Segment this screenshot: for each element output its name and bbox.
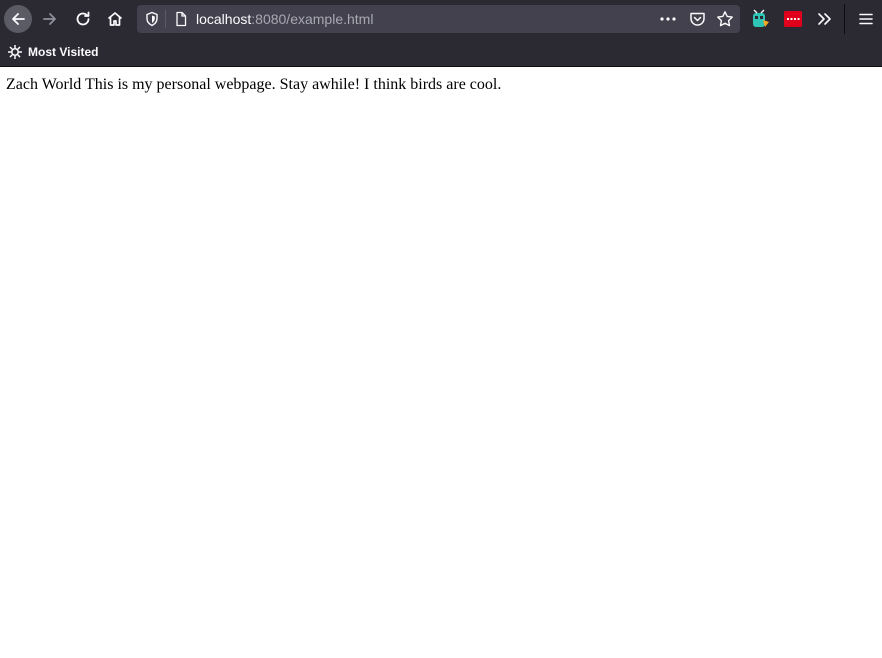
extension-button-1[interactable] (750, 8, 772, 30)
extension-icon (784, 11, 802, 27)
site-info-button[interactable] (171, 9, 191, 29)
extension-button-2[interactable] (783, 9, 803, 29)
bookmark-most-visited[interactable]: Most Visited (8, 43, 98, 61)
tracking-protection-button[interactable] (142, 9, 162, 29)
app-menu-button[interactable] (855, 8, 877, 30)
pocket-button[interactable] (686, 9, 708, 29)
url-bar[interactable]: localhost:8080/example.html (137, 5, 740, 33)
pocket-icon (689, 12, 705, 26)
home-icon (107, 12, 123, 26)
url-text[interactable]: localhost:8080/example.html (196, 11, 373, 27)
arrow-left-icon (12, 13, 25, 25)
reload-icon (76, 11, 90, 26)
page-body-text: Zach World This is my personal webpage. … (6, 76, 502, 93)
bookmark-label: Most Visited (28, 45, 99, 59)
extension-icon (753, 9, 769, 27)
page-icon (176, 11, 187, 27)
page-content: Zach World This is my personal webpage. … (0, 68, 882, 658)
page-actions-button[interactable] (657, 9, 679, 29)
url-host: localhost (196, 11, 252, 27)
reload-button[interactable] (69, 5, 97, 33)
star-icon (717, 11, 733, 27)
chevron-double-right-icon (818, 13, 831, 25)
ellipsis-icon (660, 17, 676, 21)
bookmarks-toolbar: Most Visited (0, 38, 882, 67)
url-separator (165, 10, 166, 28)
url-path: :8080/example.html (251, 11, 374, 27)
browser-toolbar: localhost:8080/example.html (0, 0, 882, 38)
back-button[interactable] (4, 5, 32, 33)
toolbar-divider (844, 4, 845, 34)
arrow-right-icon (43, 13, 56, 25)
home-button[interactable] (101, 5, 129, 33)
overflow-menu-button[interactable] (814, 8, 836, 30)
forward-button[interactable] (36, 5, 64, 33)
shield-icon (146, 11, 158, 27)
hamburger-icon (859, 13, 873, 25)
bookmark-star-button[interactable] (714, 9, 736, 29)
gear-icon (8, 45, 22, 59)
